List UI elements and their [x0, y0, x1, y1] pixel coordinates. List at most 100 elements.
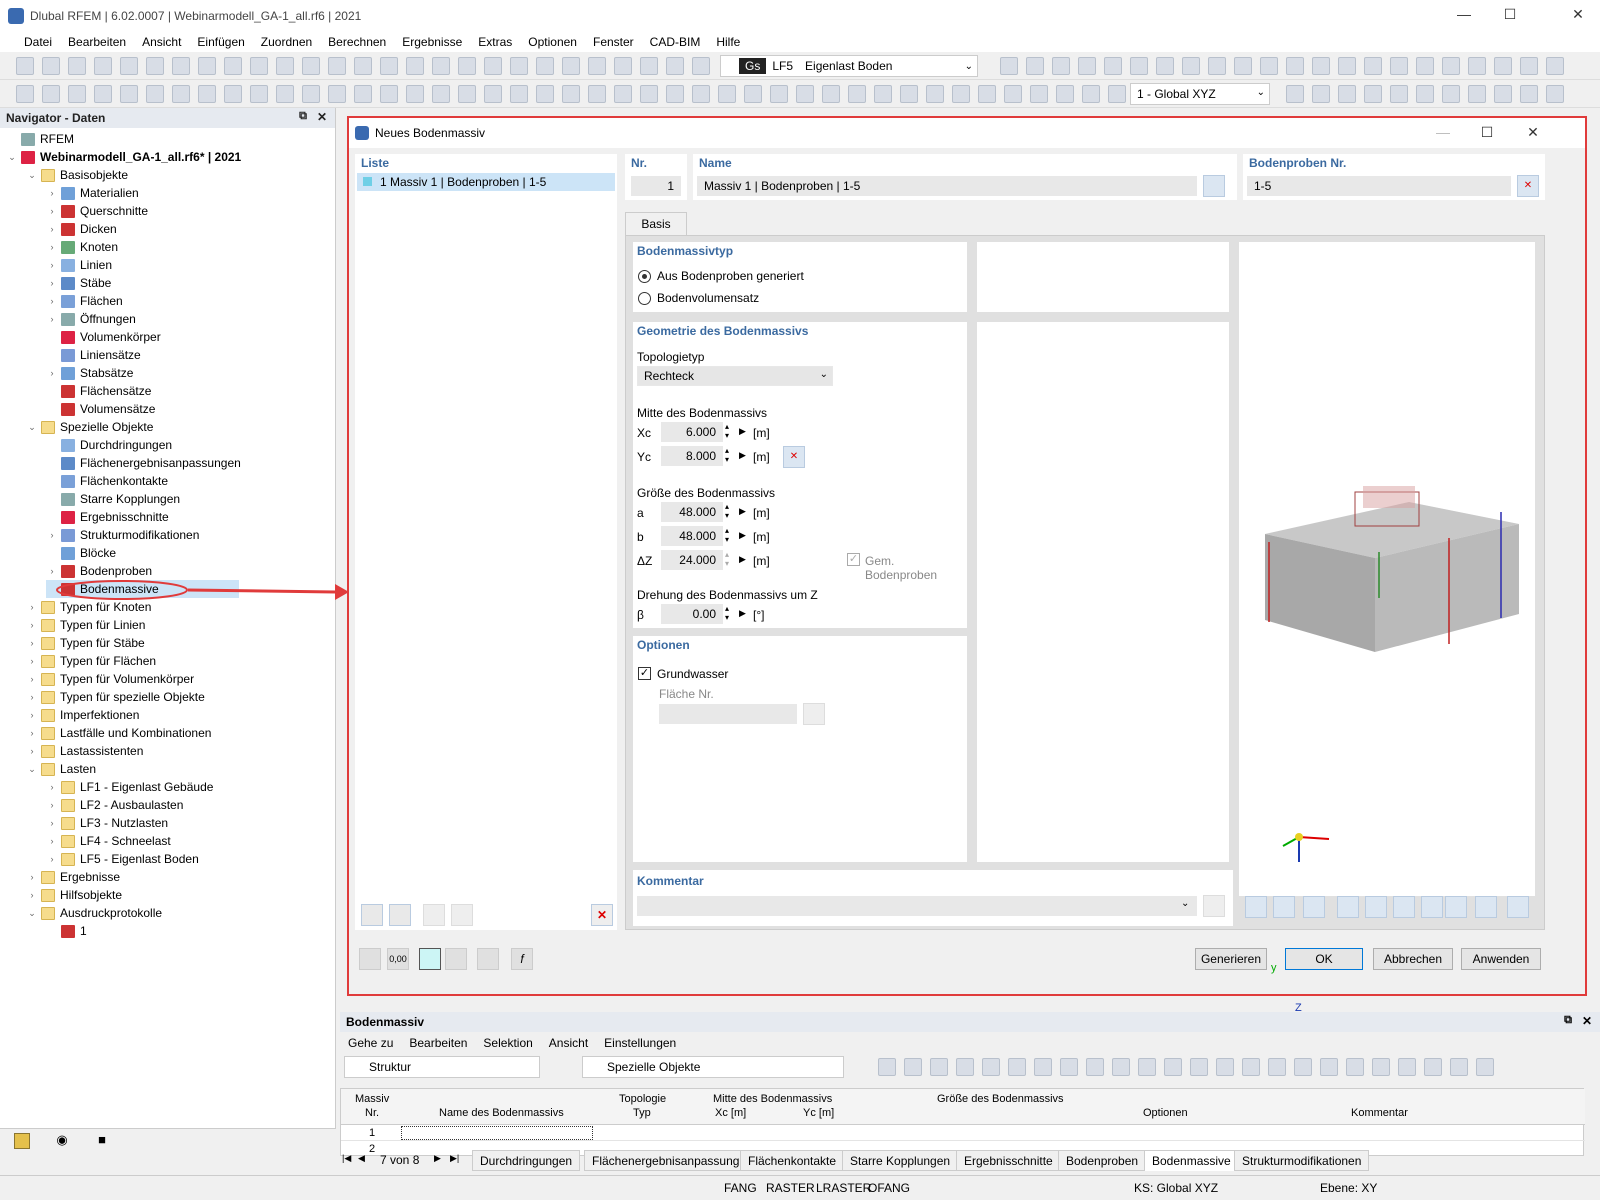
yc-field[interactable]: 8.000: [661, 446, 723, 466]
toolbar-tool-icon[interactable]: [276, 57, 294, 75]
chevron-right-icon[interactable]: ›: [46, 836, 58, 846]
toolbar-tool-icon[interactable]: [1108, 85, 1126, 103]
last-page-icon[interactable]: ▶|: [450, 1153, 459, 1164]
toolbar-tool-icon[interactable]: [1030, 85, 1048, 103]
table-menu-gehe-zu[interactable]: Gehe zu: [348, 1036, 393, 1050]
table-tool-icon[interactable]: [1398, 1058, 1416, 1076]
menu-einfuegen[interactable]: Einfügen: [197, 35, 244, 49]
topology-select[interactable]: Rechteck ⌄: [637, 366, 833, 386]
preview-tool-icon[interactable]: [1273, 896, 1295, 918]
toolbar-tool-icon[interactable]: [42, 57, 60, 75]
maximize-icon[interactable]: ☐: [1477, 124, 1497, 144]
table-tool-icon[interactable]: [1346, 1058, 1364, 1076]
toolbar-tool-icon[interactable]: [692, 85, 710, 103]
toolbar-tool-icon[interactable]: [510, 85, 528, 103]
status-raster[interactable]: RASTER: [766, 1181, 815, 1195]
toolbar-tool-icon[interactable]: [1442, 85, 1460, 103]
chevron-down-icon[interactable]: ⌄: [26, 908, 38, 919]
tab-durchdringungen[interactable]: Durchdringungen: [472, 1150, 581, 1171]
b-field[interactable]: 48.000: [661, 526, 723, 546]
tab-flaechenkontakte[interactable]: Flächenkontakte: [740, 1150, 845, 1171]
tree-node[interactable]: › Linien: [46, 256, 113, 274]
menu-bearbeiten[interactable]: Bearbeiten: [68, 35, 126, 49]
uncheck-all-icon[interactable]: [451, 904, 473, 926]
toolbar-tool-icon[interactable]: [822, 85, 840, 103]
copy-item-icon[interactable]: [389, 904, 411, 926]
tree-node[interactable]: › Querschnitte: [46, 202, 149, 220]
toolbar-tool-icon[interactable]: [1546, 57, 1564, 75]
toolbar-tool-icon[interactable]: [692, 57, 710, 75]
toolbar-tool-icon[interactable]: [1260, 57, 1278, 75]
pick-center-icon[interactable]: ✕: [783, 446, 805, 468]
toolbar-tool-icon[interactable]: [406, 85, 424, 103]
chevron-right-icon[interactable]: ›: [46, 188, 58, 198]
toolbar-tool-icon[interactable]: [1442, 57, 1460, 75]
formula-icon[interactable]: f: [511, 948, 533, 970]
table-tool-icon[interactable]: [1008, 1058, 1026, 1076]
beta-spinner-icon[interactable]: ▴ ▾: [725, 604, 729, 622]
table-tool-icon[interactable]: [1138, 1058, 1156, 1076]
toolbar-tool-icon[interactable]: [796, 85, 814, 103]
toolbar-tool-icon[interactable]: [1234, 57, 1252, 75]
chevron-right-icon[interactable]: ›: [46, 260, 58, 270]
menu-datei[interactable]: Datei: [24, 35, 52, 49]
preview-tool-icon[interactable]: [1507, 896, 1529, 918]
menu-extras[interactable]: Extras: [478, 35, 512, 49]
toolbar-tool-icon[interactable]: [510, 57, 528, 75]
toolbar-tool-icon[interactable]: [198, 57, 216, 75]
toolbar-tool-icon[interactable]: [42, 85, 60, 103]
list-item[interactable]: 1 Massiv 1 | Bodenproben | 1-5: [357, 173, 615, 191]
table-tool-icon[interactable]: [878, 1058, 896, 1076]
table-tool-icon[interactable]: [1216, 1058, 1234, 1076]
toolbar-tool-icon[interactable]: [198, 85, 216, 103]
tree-node[interactable]: Volumenkörper: [46, 328, 161, 346]
b-spinner-icon[interactable]: ▴ ▾: [725, 526, 729, 544]
tab-strukturmodifikationen[interactable]: Strukturmodifikationen: [1234, 1150, 1370, 1171]
toolbar-tool-icon[interactable]: [484, 85, 502, 103]
tree-node[interactable]: ⌄ Lasten: [26, 760, 96, 778]
toolbar-tool-icon[interactable]: [874, 85, 892, 103]
a-menu-icon[interactable]: ▶: [739, 506, 746, 517]
toolbar-tool-icon[interactable]: [302, 57, 320, 75]
row-name-cell[interactable]: [401, 1126, 593, 1140]
toolbar-tool-icon[interactable]: [1416, 85, 1434, 103]
pin-icon[interactable]: ⧉: [1564, 1014, 1572, 1027]
tree-node[interactable]: › Lastfälle und Kombinationen: [26, 724, 212, 742]
table-tool-icon[interactable]: [956, 1058, 974, 1076]
toolbar-tool-icon[interactable]: [588, 85, 606, 103]
tree-node[interactable]: Blöcke: [46, 544, 116, 562]
xc-menu-icon[interactable]: ▶: [739, 426, 746, 437]
toolbar-tool-icon[interactable]: [1286, 57, 1304, 75]
table-tool-icon[interactable]: [1242, 1058, 1260, 1076]
toolbar-tool-icon[interactable]: [432, 57, 450, 75]
toolbar-tool-icon[interactable]: [250, 57, 268, 75]
tree-node[interactable]: Flächenergebnisanpassungen: [46, 454, 241, 472]
close-icon[interactable]: ✕: [1523, 124, 1543, 144]
tree-node[interactable]: › Typen für Flächen: [26, 652, 157, 670]
type-volume-set-radio[interactable]: [638, 292, 651, 305]
units-icon[interactable]: 0,00: [387, 948, 409, 970]
toolbar-tool-icon[interactable]: [146, 57, 164, 75]
toolbar-tool-icon[interactable]: [588, 57, 606, 75]
xc-spinner-icon[interactable]: ▴ ▾: [725, 422, 729, 440]
toolbar-tool-icon[interactable]: [666, 57, 684, 75]
preview-tool-icon[interactable]: [1245, 896, 1267, 918]
category-combo[interactable]: Spezielle Objekte: [582, 1056, 844, 1078]
toolbar-tool-icon[interactable]: [1312, 85, 1330, 103]
toolbar-tool-icon[interactable]: [1390, 85, 1408, 103]
toolbar-tool-icon[interactable]: [1468, 85, 1486, 103]
apply-button[interactable]: Anwenden: [1461, 948, 1541, 970]
toolbar-tool-icon[interactable]: [978, 85, 996, 103]
chevron-right-icon[interactable]: ›: [26, 872, 38, 882]
toolbar-tool-icon[interactable]: [1364, 57, 1382, 75]
chevron-right-icon[interactable]: ›: [26, 602, 38, 612]
toolbar-tool-icon[interactable]: [1000, 57, 1018, 75]
comment-library-icon[interactable]: [1203, 895, 1225, 917]
chevron-down-icon[interactable]: ⌄: [26, 764, 38, 775]
toolbar-tool-icon[interactable]: [172, 85, 190, 103]
yc-spinner-icon[interactable]: ▴ ▾: [725, 446, 729, 464]
preview-tool-icon[interactable]: [1421, 896, 1443, 918]
menu-optionen[interactable]: Optionen: [528, 35, 577, 49]
toolbar-tool-icon[interactable]: [1208, 57, 1226, 75]
chevron-right-icon[interactable]: ›: [46, 854, 58, 864]
